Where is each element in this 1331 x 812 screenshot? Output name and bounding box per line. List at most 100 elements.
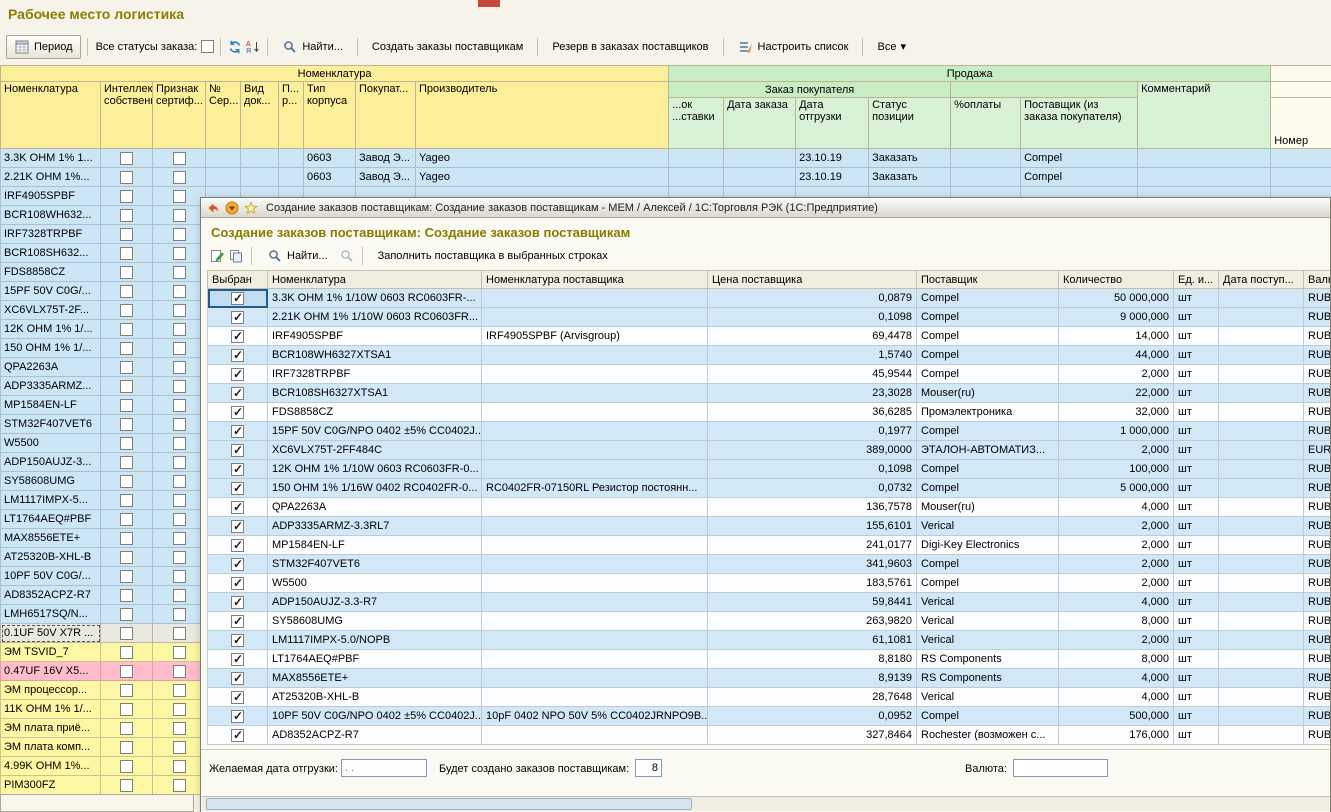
checkbox[interactable] bbox=[231, 482, 244, 495]
checkbox[interactable] bbox=[120, 209, 133, 222]
checkbox[interactable] bbox=[173, 684, 186, 697]
checkbox[interactable] bbox=[120, 608, 133, 621]
col-header-order-date[interactable]: Дата заказа bbox=[724, 98, 796, 149]
checkbox[interactable] bbox=[120, 456, 133, 469]
cell[interactable] bbox=[208, 593, 268, 612]
checkbox[interactable] bbox=[231, 463, 244, 476]
cell[interactable] bbox=[208, 327, 268, 346]
col-header-intellectual[interactable]: Интеллекту... собственно... bbox=[101, 82, 153, 149]
checkbox[interactable] bbox=[120, 152, 133, 165]
menu-icon[interactable] bbox=[224, 200, 240, 216]
checkbox[interactable] bbox=[173, 171, 186, 184]
table-row[interactable]: 12K OHM 1% 1/10W 0603 RC0603FR-0...0,109… bbox=[208, 460, 1331, 479]
col-header-comment[interactable]: Комментарий bbox=[1138, 82, 1271, 149]
table-row[interactable]: MP1584EN-LF241,0177Digi-Key Electronics2… bbox=[208, 536, 1331, 555]
checkbox[interactable] bbox=[120, 418, 133, 431]
cell[interactable] bbox=[208, 726, 268, 745]
col-header-buyer[interactable]: Покупат... bbox=[356, 82, 416, 149]
checkbox[interactable] bbox=[120, 304, 133, 317]
cell[interactable] bbox=[208, 574, 268, 593]
col-header-unit[interactable]: Ед. и... bbox=[1174, 271, 1219, 289]
group-header-customer-order[interactable]: Заказ покупателя bbox=[669, 82, 951, 98]
checkbox[interactable] bbox=[173, 361, 186, 374]
table-row[interactable]: IRF4905SPBFIRF4905SPBF (Arvisgroup)69,44… bbox=[208, 327, 1331, 346]
checkbox[interactable] bbox=[120, 532, 133, 545]
col-header-receipt-date[interactable]: Дата поступ... bbox=[1219, 271, 1304, 289]
cell[interactable] bbox=[208, 384, 268, 403]
table-row[interactable]: W5500183,5761Compel2,000штRUB bbox=[208, 574, 1331, 593]
refresh-button[interactable] bbox=[227, 39, 243, 55]
table-row[interactable]: 3.3K OHM 1% 1...0603Завод Э...Yageo23.10… bbox=[1, 149, 1331, 168]
checkbox[interactable] bbox=[173, 475, 186, 488]
checkbox[interactable] bbox=[120, 285, 133, 298]
checkbox[interactable] bbox=[231, 387, 244, 400]
checkbox[interactable] bbox=[173, 399, 186, 412]
checkbox[interactable] bbox=[231, 710, 244, 723]
checkbox[interactable] bbox=[231, 368, 244, 381]
checkbox[interactable] bbox=[231, 672, 244, 685]
col-header-supplier[interactable]: Поставщик bbox=[917, 271, 1059, 289]
checkbox[interactable] bbox=[120, 361, 133, 374]
table-row[interactable]: 10PF 50V C0G/NPO 0402 ±5% CC0402J...10pF… bbox=[208, 707, 1331, 726]
checkbox[interactable] bbox=[173, 228, 186, 241]
checkbox[interactable] bbox=[173, 741, 186, 754]
cell[interactable] bbox=[208, 536, 268, 555]
cell[interactable] bbox=[208, 346, 268, 365]
sort-button[interactable]: АЯ bbox=[245, 39, 261, 55]
cell[interactable] bbox=[208, 707, 268, 726]
checkbox[interactable] bbox=[120, 437, 133, 450]
table-row[interactable]: 150 OHM 1% 1/16W 0402 RC0402FR-0...RC040… bbox=[208, 479, 1331, 498]
checkbox[interactable] bbox=[173, 608, 186, 621]
table-row[interactable]: XC6VLX75T-2FF484C389,0000ЭТАЛОН-АВТОМАТИ… bbox=[208, 441, 1331, 460]
checkbox[interactable] bbox=[120, 665, 133, 678]
table-row[interactable]: BCR108SH6327XTSA123,3028Mouser(ru)22,000… bbox=[208, 384, 1331, 403]
table-row[interactable]: AD8352ACPZ-R7327,8464Rochester (возможен… bbox=[208, 726, 1331, 745]
checkbox[interactable] bbox=[120, 722, 133, 735]
checkbox[interactable] bbox=[173, 703, 186, 716]
all-dropdown[interactable]: Все ▾ bbox=[869, 36, 914, 57]
checkbox[interactable] bbox=[120, 380, 133, 393]
checkbox[interactable] bbox=[231, 653, 244, 666]
checkbox[interactable] bbox=[231, 292, 244, 305]
checkbox[interactable] bbox=[173, 456, 186, 469]
checkbox[interactable] bbox=[173, 722, 186, 735]
table-row[interactable]: QPA2263A136,7578Mouser(ru)4,000штRUB bbox=[208, 498, 1331, 517]
checkbox[interactable] bbox=[120, 627, 133, 640]
table-row[interactable]: LM1117IMPX-5.0/NOPB61,1081Verical2,000шт… bbox=[208, 631, 1331, 650]
col-header-body-type[interactable]: Тип корпуса bbox=[304, 82, 356, 149]
checkbox[interactable] bbox=[120, 494, 133, 507]
dialog-horizontal-scrollbar[interactable] bbox=[202, 796, 1330, 811]
table-row[interactable]: ADP150AUJZ-3.3-R759,8441Verical4,000штRU… bbox=[208, 593, 1331, 612]
checkbox[interactable] bbox=[173, 209, 186, 222]
col-header-nomenclature[interactable]: Номенклатура bbox=[268, 271, 482, 289]
find-button[interactable]: Найти... bbox=[274, 35, 351, 59]
search-dim-icon[interactable] bbox=[339, 248, 355, 264]
edit-icon[interactable] bbox=[209, 248, 225, 264]
cell[interactable] bbox=[208, 479, 268, 498]
currency-input[interactable] bbox=[1013, 759, 1108, 777]
cell[interactable] bbox=[208, 612, 268, 631]
dialog-titlebar[interactable]: Создание заказов поставщикам: Создание з… bbox=[201, 198, 1330, 218]
cell[interactable] bbox=[208, 441, 268, 460]
reserve-button[interactable]: Резерв в заказах поставщиков bbox=[544, 37, 716, 57]
checkbox[interactable] bbox=[120, 570, 133, 583]
col-header-p-r[interactable]: П... р... bbox=[279, 82, 304, 149]
table-row[interactable]: 3.3K OHM 1% 1/10W 0603 RC0603FR-...0,087… bbox=[208, 289, 1331, 308]
cell[interactable] bbox=[208, 555, 268, 574]
checkbox[interactable] bbox=[231, 577, 244, 590]
checkbox[interactable] bbox=[231, 520, 244, 533]
table-row[interactable]: ADP3335ARMZ-3.3RL7155,6101Verical2,000шт… bbox=[208, 517, 1331, 536]
cell[interactable] bbox=[208, 688, 268, 707]
checkbox[interactable] bbox=[120, 513, 133, 526]
table-row[interactable]: STM32F407VET6341,9603Compel2,000штRUB bbox=[208, 555, 1331, 574]
checkbox[interactable] bbox=[231, 311, 244, 324]
checkbox[interactable] bbox=[173, 380, 186, 393]
checkbox[interactable] bbox=[173, 418, 186, 431]
table-row[interactable]: 2.21K OHM 1% 1/10W 0603 RC0603FR...0,109… bbox=[208, 308, 1331, 327]
table-row[interactable]: AT25320B-XHL-B28,7648Verical4,000штRUB bbox=[208, 688, 1331, 707]
col-header-selected[interactable]: Выбран bbox=[208, 271, 268, 289]
checkbox[interactable] bbox=[173, 266, 186, 279]
checkbox[interactable] bbox=[231, 501, 244, 514]
checkbox[interactable] bbox=[120, 741, 133, 754]
cell[interactable] bbox=[208, 669, 268, 688]
